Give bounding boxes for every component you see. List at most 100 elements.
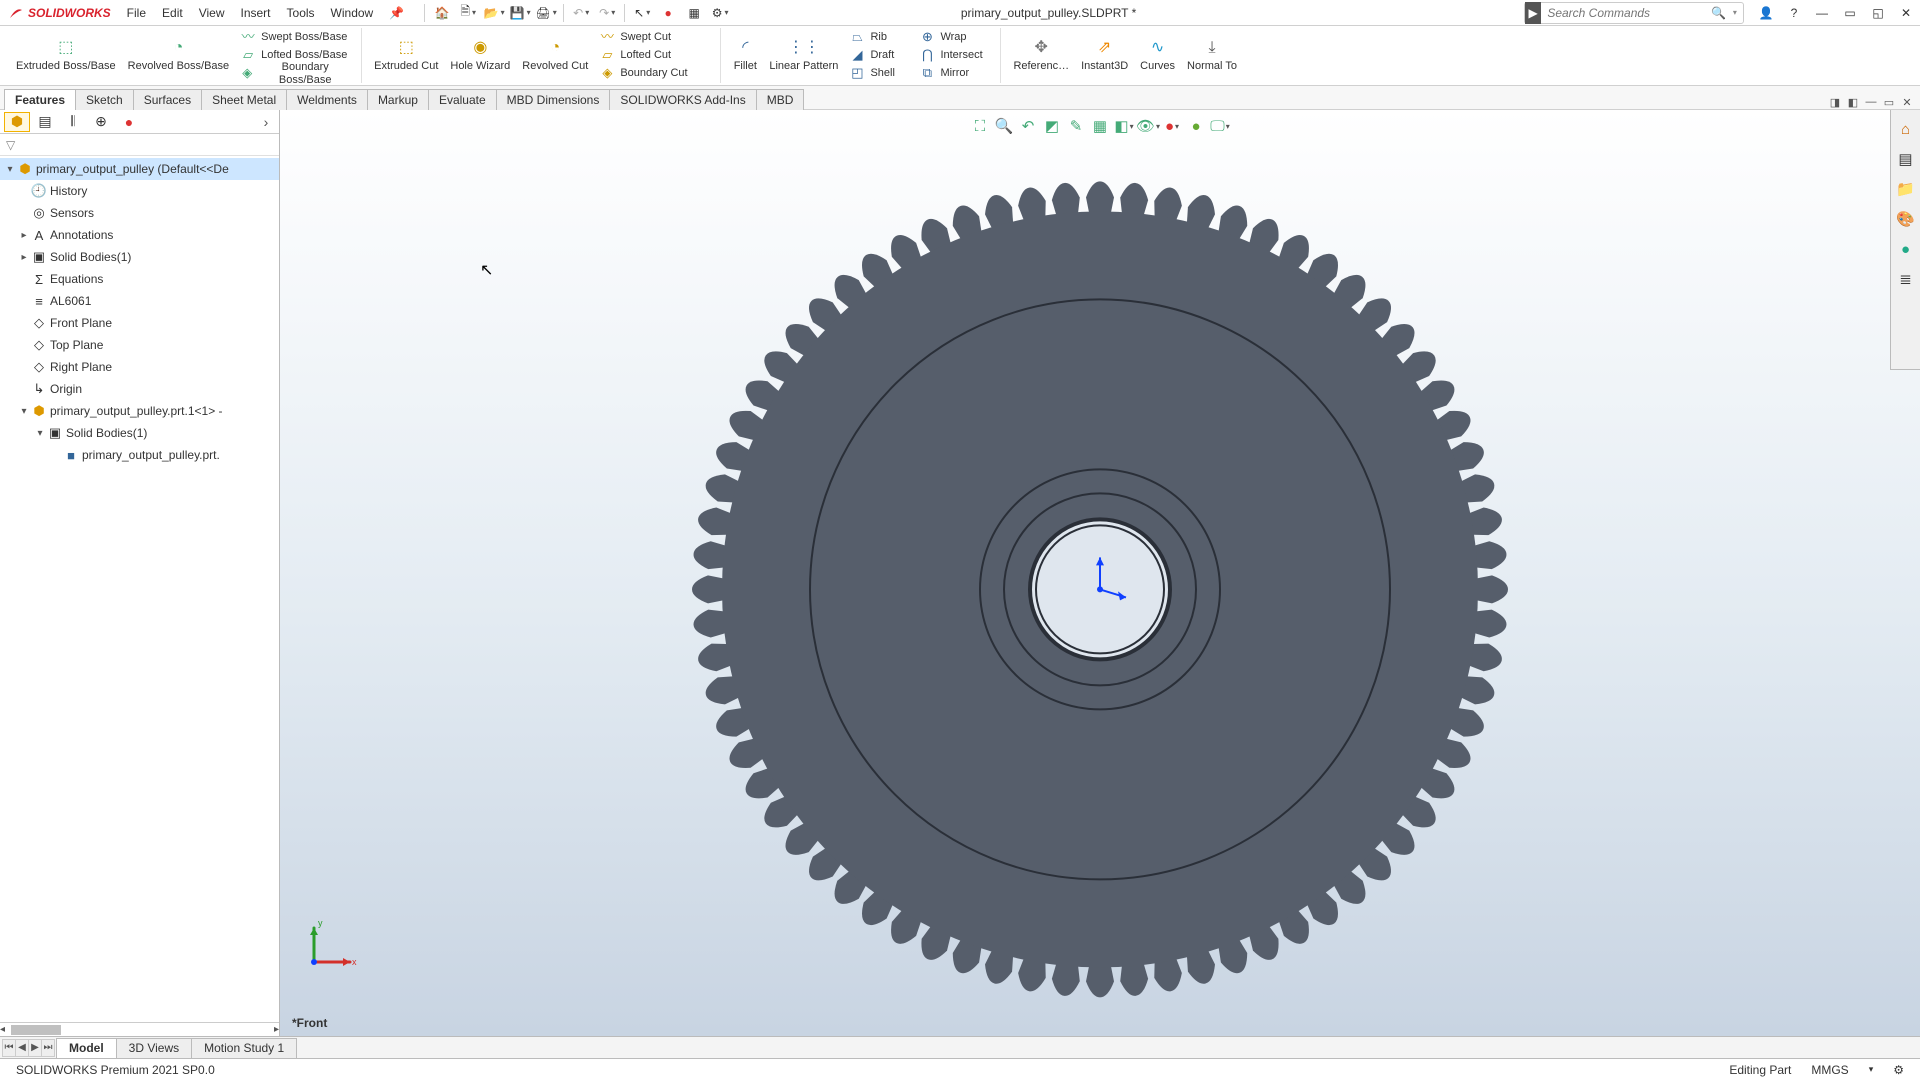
curves-button[interactable]: ∿Curves	[1134, 28, 1181, 84]
tree-tab-config-icon[interactable]: 𝄃	[60, 112, 86, 132]
swept-cut-button[interactable]: 〰Swept Cut	[594, 29, 714, 47]
tree-tab-appearance-icon[interactable]: ●	[116, 112, 142, 132]
revolved-boss-button[interactable]: ◔Revolved Boss/Base	[122, 28, 236, 84]
tab-sheet-metal[interactable]: Sheet Metal	[201, 89, 287, 110]
tree-right-plane[interactable]: ◇Right Plane	[0, 356, 279, 378]
hole-wizard-button[interactable]: ◉Hole Wizard	[444, 28, 516, 84]
tree-annotations[interactable]: ▸AAnnotations	[0, 224, 279, 246]
linear-pattern-button[interactable]: ⋮⋮Linear Pattern	[763, 28, 844, 84]
panel-close-icon[interactable]: ✕	[1898, 96, 1916, 109]
wrap-button[interactable]: ⊕Wrap	[914, 29, 994, 47]
panel-max-icon[interactable]: ▭	[1880, 96, 1898, 109]
scene-icon[interactable]: ●	[1185, 116, 1207, 136]
tab-evaluate[interactable]: Evaluate	[428, 89, 497, 110]
panel-dock1-icon[interactable]: ◨	[1826, 96, 1844, 109]
previous-view-icon[interactable]: ↶	[1017, 116, 1039, 136]
hide-show-icon[interactable]: 👁	[1137, 116, 1159, 136]
search-icon[interactable]: 🔍	[1710, 6, 1726, 20]
menu-view[interactable]: View	[191, 0, 233, 26]
menu-tools[interactable]: Tools	[279, 0, 323, 26]
lofted-cut-button[interactable]: ▱Lofted Cut	[594, 47, 714, 65]
tree-sensors[interactable]: ◎Sensors	[0, 202, 279, 224]
rib-button[interactable]: ⏢Rib	[844, 29, 914, 47]
tab-markup[interactable]: Markup	[367, 89, 429, 110]
tree-body-leaf[interactable]: ■primary_output_pulley.prt.	[0, 444, 279, 466]
appearance-icon[interactable]: ●	[1161, 116, 1183, 136]
restore-icon[interactable]: ▭	[1836, 2, 1864, 24]
mirror-button[interactable]: ⧉Mirror	[914, 65, 994, 83]
expand-icon[interactable]: ▸	[18, 252, 30, 263]
fillet-button[interactable]: ◜Fillet	[727, 28, 763, 84]
tab-nav-first-icon[interactable]: ⏮	[2, 1039, 16, 1057]
graphics-viewport[interactable]: ⛶ 🔍 ↶ ◩ ✎ ▦ ◧ 👁 ● ● 🖵	[280, 110, 1920, 1036]
tree-imported-body[interactable]: ▾⬢primary_output_pulley.prt.1<1> -	[0, 400, 279, 422]
extruded-boss-button[interactable]: ⬚Extruded Boss/Base	[10, 28, 122, 84]
tree-inner-solid-bodies[interactable]: ▾▣Solid Bodies(1)	[0, 422, 279, 444]
close-icon[interactable]: ✕	[1892, 2, 1920, 24]
tree-hscrollbar[interactable]: ◂▸	[0, 1022, 279, 1036]
options-icon[interactable]: ⚙	[708, 2, 732, 24]
new-doc-icon[interactable]: 🗎	[456, 2, 480, 24]
zoom-fit-icon[interactable]: ⛶	[969, 116, 991, 136]
login-icon[interactable]: 👤	[1752, 2, 1780, 24]
tab-mbd[interactable]: MBD	[756, 89, 805, 110]
menu-insert[interactable]: Insert	[233, 0, 279, 26]
status-dropdown-icon[interactable]: ▾	[1859, 1064, 1884, 1075]
section-view-icon[interactable]: ◩	[1041, 116, 1063, 136]
menu-file[interactable]: File	[119, 0, 154, 26]
task-custom-props-icon[interactable]: ≣	[1894, 267, 1918, 291]
tree-top-plane[interactable]: ◇Top Plane	[0, 334, 279, 356]
task-view-palette-icon[interactable]: 🎨	[1894, 207, 1918, 231]
display-style-icon[interactable]: ◧	[1113, 116, 1135, 136]
extruded-cut-button[interactable]: ⬚Extruded Cut	[368, 28, 444, 84]
expand-icon[interactable]: ▾	[34, 428, 46, 439]
panel-dock2-icon[interactable]: ◧	[1844, 96, 1862, 109]
revolved-cut-button[interactable]: ◔Revolved Cut	[516, 28, 594, 84]
tab-surfaces[interactable]: Surfaces	[133, 89, 202, 110]
tree-tab-feature-icon[interactable]: ⬢	[4, 112, 30, 132]
draft-button[interactable]: ◢Draft	[844, 47, 914, 65]
tree-history[interactable]: 🕘History	[0, 180, 279, 202]
tab-nav-prev-icon[interactable]: ◀	[15, 1039, 29, 1057]
save-icon[interactable]: 💾	[508, 2, 532, 24]
menu-pin[interactable]: 📌	[381, 0, 412, 26]
rebuild-icon[interactable]: ●	[656, 2, 680, 24]
file-props-icon[interactable]: ▦	[682, 2, 706, 24]
search-dropdown-icon[interactable]: ▾	[1727, 8, 1743, 17]
expand-icon[interactable]: ▾	[4, 164, 16, 175]
tree-front-plane[interactable]: ◇Front Plane	[0, 312, 279, 334]
dynamic-annot-icon[interactable]: ✎	[1065, 116, 1087, 136]
tree-tab-property-icon[interactable]: ▤	[32, 112, 58, 132]
search-launch-icon[interactable]: ▶	[1525, 2, 1541, 24]
tree-material[interactable]: ≡AL6061	[0, 290, 279, 312]
menu-edit[interactable]: Edit	[154, 0, 191, 26]
task-appearances-icon[interactable]: ●	[1894, 237, 1918, 261]
boundary-cut-button[interactable]: ◈Boundary Cut	[594, 65, 714, 83]
minimize-icon[interactable]: —	[1808, 2, 1836, 24]
status-units[interactable]: MMGS	[1801, 1063, 1858, 1077]
view-settings-icon[interactable]: 🖵	[1209, 116, 1231, 136]
view-orient-icon[interactable]: ▦	[1089, 116, 1111, 136]
command-search[interactable]: ▶ 🔍 ▾	[1524, 2, 1744, 24]
tab-sketch[interactable]: Sketch	[75, 89, 134, 110]
boundary-boss-button[interactable]: ◈Boundary Boss/Base	[235, 65, 355, 83]
home-icon[interactable]: 🏠	[430, 2, 454, 24]
tab-nav-last-icon[interactable]: ⏭	[41, 1039, 55, 1057]
intersect-button[interactable]: ⋂Intersect	[914, 47, 994, 65]
undo-icon[interactable]: ↶	[569, 2, 593, 24]
tab-mbd-dimensions[interactable]: MBD Dimensions	[496, 89, 611, 110]
task-design-lib-icon[interactable]: ▤	[1894, 147, 1918, 171]
tree-filter-row[interactable]: ▽	[0, 134, 279, 156]
open-icon[interactable]: 📂	[482, 2, 506, 24]
task-file-explorer-icon[interactable]: 📁	[1894, 177, 1918, 201]
ref-geom-button[interactable]: ✥Referenc…	[1007, 28, 1075, 84]
menu-window[interactable]: Window	[323, 0, 382, 26]
task-home-icon[interactable]: ⌂	[1894, 117, 1918, 141]
tree-solid-bodies[interactable]: ▸▣Solid Bodies(1)	[0, 246, 279, 268]
print-icon[interactable]: 🖨	[534, 2, 558, 24]
tree-collapse-icon[interactable]: ›	[259, 112, 273, 132]
tab-nav-next-icon[interactable]: ▶	[28, 1039, 42, 1057]
zoom-area-icon[interactable]: 🔍	[993, 116, 1015, 136]
btab-model[interactable]: Model	[56, 1038, 117, 1058]
btab-3dviews[interactable]: 3D Views	[116, 1038, 192, 1058]
